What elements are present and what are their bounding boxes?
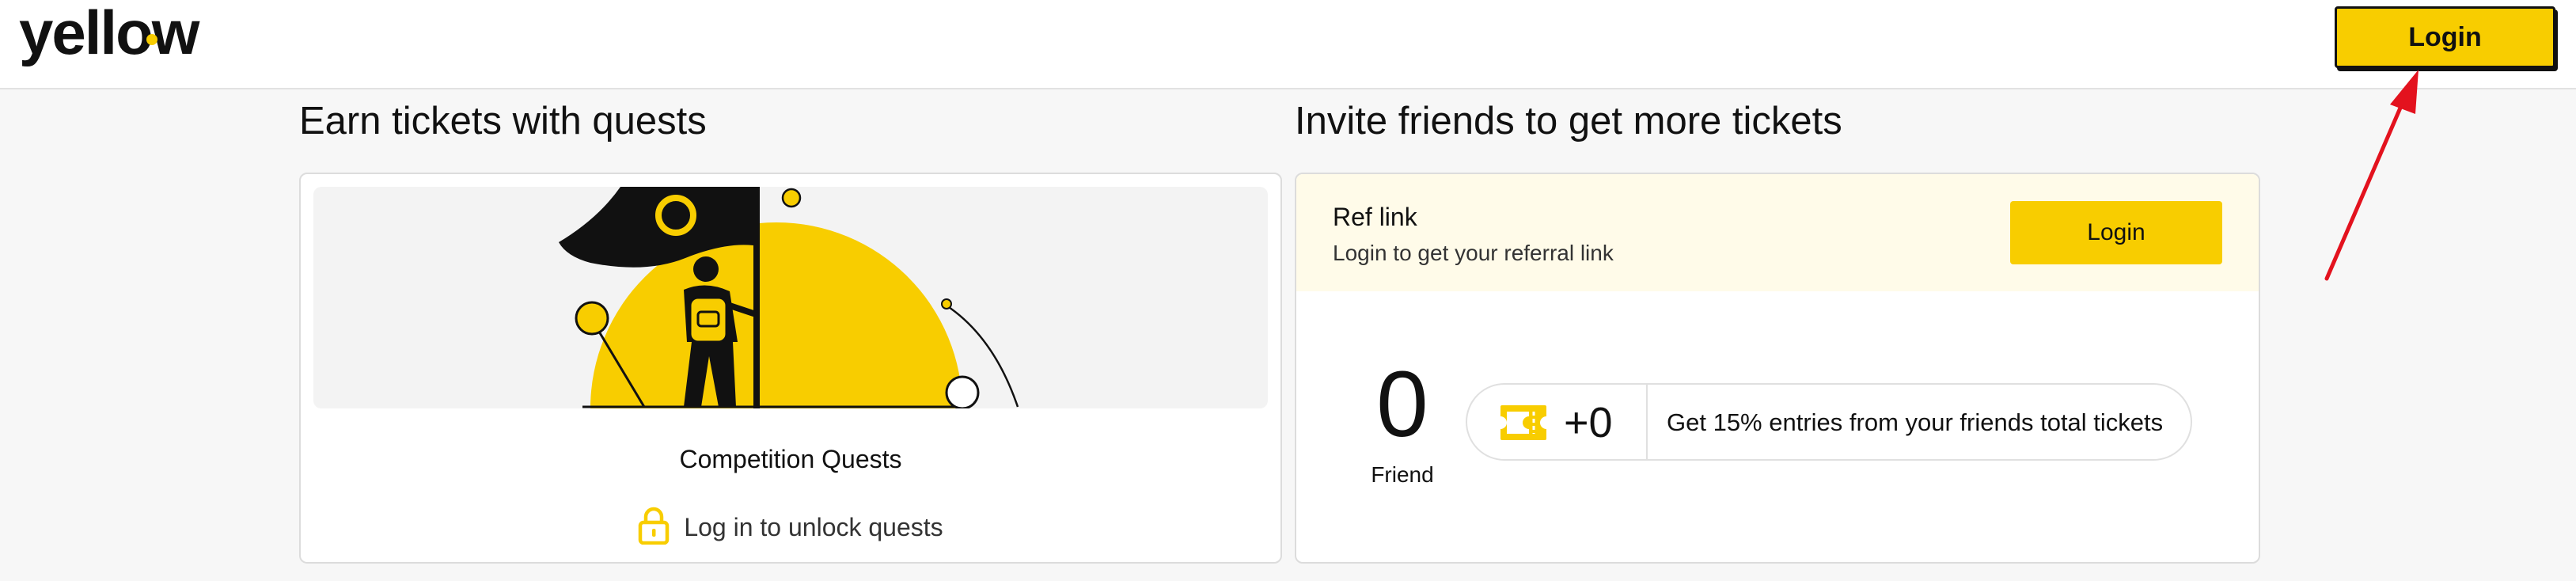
ticket-icon	[1497, 402, 1550, 447]
invite-section-title: Invite friends to get more tickets	[1295, 100, 1842, 142]
lock-icon	[638, 507, 670, 549]
header-login-button[interactable]: Login	[2335, 6, 2555, 68]
ref-link-banner: Ref link Login to get your referral link…	[1296, 174, 2259, 291]
competition-quests-card: Competition Quests Log in to unlock ques…	[299, 173, 1282, 564]
quests-illustration	[313, 187, 1268, 408]
friend-count-label: Friend	[1371, 462, 1434, 487]
bonus-description: Get 15% entries from your friends total …	[1667, 408, 2164, 436]
friend-count: 0	[1376, 352, 1428, 457]
ref-link-subtitle: Login to get your referral link	[1333, 241, 1614, 265]
unlock-quests-link[interactable]: Log in to unlock quests	[301, 507, 1280, 549]
logo-wordmark: yellow	[19, 5, 200, 67]
ref-login-button[interactable]: Login	[2010, 201, 2222, 264]
referral-bonus-pill: +0 Get 15% entries from your friends tot…	[1466, 383, 2192, 461]
top-bar: yellow Login	[0, 0, 2576, 89]
pill-divider	[1646, 385, 1648, 459]
quests-section-title: Earn tickets with quests	[299, 100, 707, 142]
ref-link-title: Ref link	[1333, 203, 1417, 231]
logo-dot	[146, 34, 157, 45]
unlock-quests-label: Log in to unlock quests	[684, 513, 943, 541]
invite-friends-card: Ref link Login to get your referral link…	[1295, 173, 2260, 564]
yellow-logo[interactable]: yellow	[17, 5, 230, 73]
bonus-ticket-value: +0	[1564, 399, 1613, 446]
competition-quests-title: Competition Quests	[679, 445, 902, 473]
